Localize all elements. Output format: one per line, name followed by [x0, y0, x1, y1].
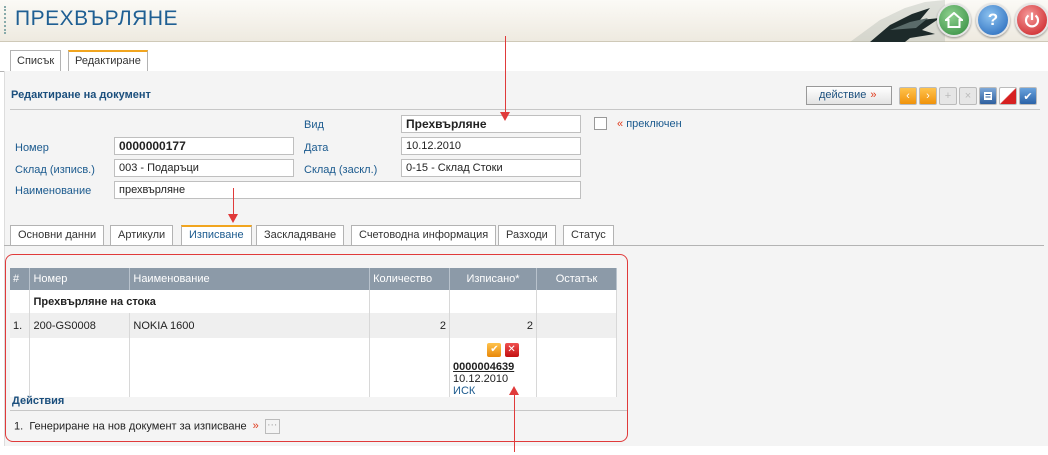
doc-meta: 10.12.2010 ИСК — [453, 373, 533, 397]
subtab-accounting[interactable]: Счетоводна информация — [351, 225, 497, 245]
help-button[interactable]: ? — [976, 3, 1010, 37]
col-index: # — [10, 268, 31, 290]
col-name: Наименование — [129, 268, 371, 290]
switched-label: преключен — [626, 118, 682, 130]
print-button[interactable] — [979, 87, 997, 105]
number-label: Номер — [15, 142, 49, 154]
section-title: Редактиране на документ — [11, 89, 151, 101]
row-number: 200-GS0008 — [29, 313, 131, 338]
doc-date: 10.12.2010 — [453, 373, 509, 385]
warehouse-in-label: Склад (заскл.) — [304, 164, 378, 176]
add-button[interactable]: + — [939, 87, 957, 105]
action-label: действие — [819, 89, 867, 101]
switched-link[interactable]: « преключен — [617, 118, 682, 130]
table-row: 1. 200-GS0008 NOKIA 1600 2 2 — [10, 313, 617, 338]
annotation-arrowhead-1 — [500, 112, 510, 121]
date-field[interactable]: 10.12.2010 — [401, 137, 581, 155]
help-icon: ? — [987, 10, 999, 29]
chevron-right-icon: › — [926, 90, 930, 102]
chevron-left-icon: ‹ — [906, 90, 910, 102]
table-detail-row: ✔ ✕ 0000004639 10.12.2010 ИСК — [10, 338, 617, 397]
section-divider — [10, 109, 1040, 110]
date-label: Дата — [304, 142, 329, 154]
save-button[interactable]: ✔ — [1019, 87, 1037, 105]
group-label: Прехвърляне на стока — [29, 290, 371, 313]
logout-button[interactable] — [1015, 3, 1048, 37]
warehouse-in-field[interactable]: 0-15 - Склад Стоки — [401, 159, 581, 177]
row-index: 1. — [10, 313, 31, 338]
vid-label: Вид — [304, 119, 324, 131]
check-icon: ✔ — [1023, 90, 1033, 103]
warehouse-out-label: Склад (изписв.) — [15, 164, 95, 176]
col-qty: Количество — [369, 268, 451, 290]
delete-button[interactable]: × — [959, 87, 977, 105]
bird-logo-icon — [850, 0, 945, 42]
annotation-arrowhead-2 — [228, 214, 238, 223]
number-field[interactable]: 0000000177 — [114, 137, 294, 155]
row-qty: 2 — [369, 313, 451, 338]
name-label: Наименование — [15, 185, 92, 197]
switched-checkbox[interactable] — [594, 117, 607, 130]
actions-title: Действия — [12, 395, 65, 407]
confirm-doc-button[interactable]: ✔ — [487, 343, 502, 357]
header-dots — [4, 6, 6, 34]
home-button[interactable] — [937, 3, 971, 37]
group-index-cell — [10, 290, 31, 313]
cancel-button[interactable] — [999, 87, 1017, 105]
col-remaining: Остатък — [536, 268, 617, 290]
action-item[interactable]: 1. Генериране на нов документ за изписва… — [14, 419, 280, 434]
plus-icon: + — [944, 90, 952, 102]
doc-number-link[interactable]: 0000004639 — [453, 361, 533, 373]
vid-field[interactable]: Прехвърляне — [401, 115, 581, 133]
actions-divider — [10, 410, 627, 411]
row-name: NOKIA 1600 — [129, 313, 371, 338]
close-icon: ✕ — [507, 344, 516, 355]
subtab-status[interactable]: Статус — [563, 225, 614, 245]
subtab-basic[interactable]: Основни данни — [10, 225, 105, 245]
page-title: ПРЕХВЪРЛЯНЕ — [15, 7, 179, 30]
col-number: Номер — [29, 268, 131, 290]
action-icon[interactable]: ⋯ — [264, 419, 280, 434]
app-header: ПРЕХВЪРЛЯНЕ ? — [0, 0, 1048, 42]
action-arrow-icon: » — [252, 420, 259, 433]
delete-doc-button[interactable]: ✕ — [504, 343, 519, 357]
subtab-divider — [4, 245, 1044, 246]
name-field[interactable]: прехвърляне — [114, 181, 581, 199]
close-icon: × — [964, 90, 972, 102]
col-written-off: Изписано* — [449, 268, 537, 290]
action-item-label: Генериране на нов документ за изписване — [29, 420, 247, 433]
writeoff-table: # Номер Наименование Количество Изписано… — [10, 268, 617, 397]
tab-list[interactable]: Списък — [10, 50, 62, 71]
subtab-writeoff[interactable]: Изписване — [181, 225, 252, 246]
annotation-arrow-1 — [505, 36, 506, 114]
action-index: 1. — [14, 420, 24, 433]
next-button[interactable]: › — [919, 87, 937, 105]
row-written-off: 2 — [449, 313, 537, 338]
annotation-arrow-2 — [233, 188, 234, 216]
row-remaining — [536, 313, 617, 338]
doc-type-link[interactable]: ИСК — [453, 385, 475, 397]
home-icon — [945, 12, 963, 28]
action-button[interactable]: действие» — [806, 86, 892, 105]
switched-prefix: « — [617, 118, 624, 130]
warehouse-out-field[interactable]: 003 - Подаръци — [114, 159, 294, 177]
document-icon — [984, 92, 992, 100]
subtab-expenses[interactable]: Разходи — [498, 225, 556, 245]
table-group-row: Прехвърляне на стока — [10, 290, 617, 313]
tab-edit[interactable]: Редактиране — [68, 50, 148, 71]
prev-button[interactable]: ‹ — [899, 87, 917, 105]
power-icon — [1024, 12, 1040, 28]
action-arrow-icon: » — [870, 89, 877, 101]
subtab-storage[interactable]: Заскладяване — [256, 225, 345, 245]
document-cell: ✔ ✕ 0000004639 10.12.2010 ИСК — [449, 338, 537, 397]
check-icon: ✔ — [490, 344, 499, 355]
annotation-arrowhead-3 — [509, 386, 519, 395]
subtab-articles[interactable]: Артикули — [110, 225, 174, 245]
annotation-arrow-3 — [514, 394, 515, 452]
table-header-row: # Номер Наименование Количество Изписано… — [10, 268, 617, 290]
